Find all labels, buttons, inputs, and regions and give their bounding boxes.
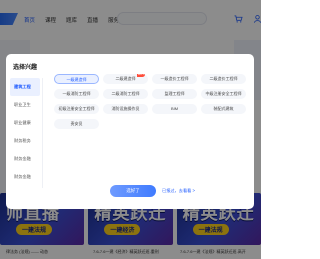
interest-tag[interactable]: 一级造价工程师 xyxy=(152,74,197,84)
interest-tag-label: 责安员 xyxy=(70,121,83,126)
interest-tag-label: 二级造价工程师 xyxy=(209,76,238,81)
interest-tag[interactable]: 监理工程师 xyxy=(152,89,197,99)
interest-tag-label: 装配式建筑 xyxy=(213,106,234,111)
interest-tag-label: 一级造价工程师 xyxy=(160,76,189,81)
interest-tag-label: 一级消防工程师 xyxy=(62,91,91,96)
interest-tag-label: 中级注册安全工程师 xyxy=(205,91,242,96)
modal-title: 选择兴趣 xyxy=(13,65,38,71)
category-list: 建筑工程 职业卫生 职业健康 财务税务 财务金融 财务金融 xyxy=(10,78,40,186)
interest-tag-label: 消防设施操作员 xyxy=(111,106,140,111)
interest-tag-label: 初级注册安全工程师 xyxy=(58,106,95,111)
interest-tag[interactable]: 一级消防工程师 xyxy=(54,89,99,99)
interest-tag[interactable]: 二级造价工程师 xyxy=(201,74,246,84)
interest-tag[interactable]: 二级消防工程师 xyxy=(103,89,148,99)
interest-tag[interactable]: 装配式建筑 xyxy=(201,104,246,114)
skip-link[interactable]: 已报过，去看看 > xyxy=(162,188,195,194)
category-item[interactable]: 财务金融 xyxy=(10,150,40,168)
category-item[interactable]: 职业健康 xyxy=(10,114,40,132)
interest-tag[interactable]: 责安员 xyxy=(54,119,99,129)
category-item[interactable]: 建筑工程 xyxy=(10,78,40,96)
interest-tag[interactable]: BIM xyxy=(152,104,197,114)
hot-badge: HOT xyxy=(137,74,145,77)
interest-tag[interactable]: 初级注册安全工程师 xyxy=(54,104,99,114)
interest-tags: 一级建造师 二级建造师 HOT 一级造价工程师 二级造价工程师一级消防工程师 二级消防工程… xyxy=(54,74,250,129)
confirm-button[interactable]: 选好了 xyxy=(110,185,156,197)
interest-modal: 选择兴趣 建筑工程 职业卫生 职业健康 财务税务 财务金融 财务金融 一级建造师… xyxy=(6,54,254,209)
interest-tag-label: 二级建造师 xyxy=(115,76,136,81)
interest-tag-label: BIM xyxy=(170,106,179,111)
divider xyxy=(42,78,43,188)
interest-tag-label: 二级消防工程师 xyxy=(111,91,140,96)
category-item[interactable]: 职业卫生 xyxy=(10,96,40,114)
interest-tag[interactable]: 二级建造师 HOT xyxy=(103,74,148,84)
category-item[interactable]: 财务税务 xyxy=(10,132,40,150)
interest-tag-label: 监理工程师 xyxy=(164,91,185,96)
interest-tag[interactable]: 一级建造师 xyxy=(54,74,99,84)
category-item[interactable]: 财务金融 xyxy=(10,168,40,186)
interest-tag[interactable]: 消防设施操作员 xyxy=(103,104,148,114)
interest-tag-label: 一级建造师 xyxy=(66,77,87,82)
interest-tag[interactable]: 中级注册安全工程师 xyxy=(201,89,246,99)
